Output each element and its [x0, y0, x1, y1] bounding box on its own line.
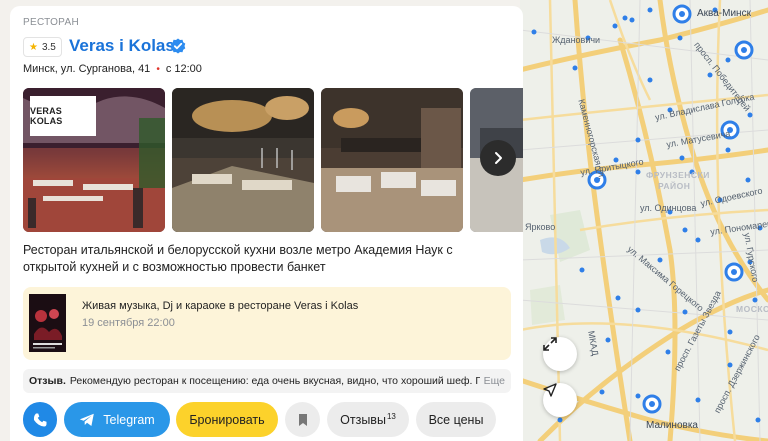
place-title[interactable]: Veras i Kolas	[69, 36, 175, 56]
star-icon: ★	[29, 41, 38, 53]
photo-1[interactable]: VERAS KOLAS	[23, 88, 165, 232]
address-text[interactable]: Минск, ул. Сурганова, 41	[23, 63, 150, 75]
locate-me-button[interactable]	[543, 383, 577, 417]
expand-map-button[interactable]	[543, 337, 577, 371]
reviews-label: Отзывы	[340, 412, 386, 427]
review-more-link[interactable]: Еще	[479, 375, 505, 387]
map-label-frunzensky: ФРУНЗЕНСКИ	[646, 170, 710, 180]
phone-icon	[33, 413, 47, 426]
review-text: Рекомендую ресторан к посещению: еда оче…	[69, 375, 500, 387]
address-line: Минск, ул. Сурганова, 41 • с 12:00	[23, 63, 202, 75]
photo-3[interactable]	[321, 88, 463, 232]
map-label-akva-minsk: Аква-Минск	[697, 8, 751, 19]
photo-2-scene	[172, 88, 314, 232]
map-label-ul-odintsova: ул. Одинцова	[640, 203, 697, 213]
logo-text: VERAS KOLAS	[30, 106, 63, 126]
review-label: Отзыв.	[29, 375, 66, 387]
map[interactable]: Аква-Минск Ждановичи просп. Победителей …	[520, 0, 768, 441]
status-dot: •	[156, 63, 160, 75]
veras-kolas-logo: VERAS KOLAS	[30, 96, 96, 136]
navigation-arrow-icon	[543, 383, 557, 397]
event-banner[interactable]: Живая музыка, Dj и караоке в ресторане V…	[23, 287, 511, 360]
map-label-rayon: РАЙОН	[658, 181, 691, 191]
photo-carousel[interactable]: VERAS KOLAS	[23, 88, 523, 232]
chevron-right-icon	[495, 152, 502, 164]
all-prices-button[interactable]: Все цены	[416, 402, 496, 437]
opening-hours[interactable]: с 12:00	[166, 63, 202, 75]
place-description: Ресторан итальянской и белорусской кухни…	[23, 243, 453, 274]
verified-check-icon	[170, 38, 186, 54]
bookmark-icon	[298, 413, 307, 426]
map-label-moskovsky: МОСКО	[736, 304, 768, 314]
place-category: РЕСТОРАН	[23, 17, 79, 28]
place-card: РЕСТОРАН ★ 3.5 Veras i Kolas Минск, ул. …	[10, 6, 523, 441]
book-label: Бронировать	[189, 412, 265, 427]
photo-2[interactable]	[172, 88, 314, 232]
photos-next-button[interactable]	[480, 140, 516, 176]
telegram-icon	[80, 413, 95, 426]
map-label-yarkovo: Ярково	[525, 222, 556, 232]
reviews-button[interactable]: Отзывы 13	[327, 402, 409, 437]
call-button[interactable]	[23, 402, 57, 437]
event-date: 19 сентября 22:00	[82, 317, 175, 329]
rating-badge[interactable]: ★ 3.5	[23, 37, 62, 57]
review-snippet[interactable]: Отзыв. Рекомендую ресторан к посещению: …	[23, 369, 511, 393]
expand-icon	[543, 337, 557, 351]
event-poster-image	[29, 294, 66, 352]
rating-value: 3.5	[41, 41, 56, 53]
book-button[interactable]: Бронировать	[176, 402, 278, 437]
event-poster	[29, 294, 66, 352]
prices-label: Все цены	[428, 412, 484, 427]
reviews-count: 13	[386, 412, 396, 421]
event-title: Живая музыка, Dj и караоке в ресторане V…	[82, 300, 359, 312]
photo-3-scene	[321, 88, 463, 232]
map-label-malinovka: Малиновка	[646, 420, 698, 431]
bookmark-button[interactable]	[285, 402, 320, 437]
telegram-button[interactable]: Telegram	[64, 402, 170, 437]
map-label-zhdanovichi: Ждановичи	[552, 35, 601, 45]
telegram-label: Telegram	[103, 412, 155, 427]
